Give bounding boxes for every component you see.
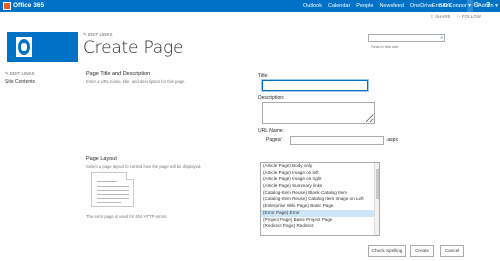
user-menu[interactable]: Erin O'Connor ▾ xyxy=(432,0,471,12)
office-logo-icon xyxy=(3,2,11,10)
layout-option[interactable]: (Project Page) Basic Project Page xyxy=(261,217,379,224)
preview-line xyxy=(97,202,121,203)
site-logo[interactable] xyxy=(7,32,78,62)
layout-option[interactable]: (Catalog-Item Reuse) Blank Catalog Item xyxy=(261,190,379,197)
url-prefix: Pages/ xyxy=(266,137,282,143)
office365-brand[interactable]: Office 365 xyxy=(3,1,44,11)
url-name-input[interactable] xyxy=(290,136,384,145)
layout-option[interactable]: (Article Page) Image on left xyxy=(261,170,379,177)
cancel-button[interactable]: Cancel xyxy=(440,245,464,257)
layout-option[interactable]: (Redirect Page) Redirect xyxy=(261,223,379,230)
layout-option[interactable]: (Enterprise Wiki Page) Basic Page xyxy=(261,203,379,210)
scrollbar-thumb[interactable] xyxy=(376,169,379,199)
suite-nav-outlook[interactable]: Outlook xyxy=(300,0,325,12)
follow-button[interactable]: ☆ FOLLOW xyxy=(457,14,481,20)
share-icon: ⇪ xyxy=(430,14,434,19)
layout-option[interactable]: (Article Page) Image on right xyxy=(261,176,379,183)
description-input[interactable] xyxy=(262,102,375,124)
layout-option[interactable]: (Error Page) Error xyxy=(261,209,379,217)
layout-preview-caption: The error page is used for 404 HTTP erro… xyxy=(86,214,168,219)
suite-nav-newsfeed[interactable]: Newsfeed xyxy=(376,0,406,12)
left-nav-edit-links[interactable]: ✎ EDIT LINKS xyxy=(5,71,35,77)
page-layout-listbox[interactable]: (Article Page) Body only (Article Page) … xyxy=(260,162,380,236)
search-icon[interactable]: ⌕ xyxy=(440,35,443,41)
preview-line xyxy=(97,181,117,182)
suite-nav-calendar[interactable]: Calendar xyxy=(325,0,353,12)
gear-icon[interactable]: ⚙ xyxy=(473,1,479,11)
preview-line xyxy=(97,194,129,195)
site-search: ⌕ xyxy=(368,34,445,50)
pencil-icon: ✎ xyxy=(5,71,9,76)
layout-section-heading: Page Layout xyxy=(86,156,117,162)
sharepoint-s-mark-inner xyxy=(21,43,27,51)
page-layout-preview-icon xyxy=(91,172,134,207)
star-icon: ☆ xyxy=(456,14,461,19)
url-suffix: .aspx xyxy=(386,137,398,143)
layout-option[interactable]: (Catalog-Item Reuse) Catalog Item Image … xyxy=(261,196,379,203)
layout-section-description: Select a page layout to control how the … xyxy=(86,164,202,169)
page-title: Create Page xyxy=(83,38,184,58)
share-label: SHARE xyxy=(435,14,451,19)
layout-option[interactable]: (Article Page) Body only xyxy=(261,163,379,170)
help-icon[interactable]: ? xyxy=(486,1,490,11)
create-button[interactable]: Create xyxy=(410,245,434,257)
layout-option[interactable]: (Article Page) Summary links xyxy=(261,183,379,190)
left-nav-edit-links-label: EDIT LINKS xyxy=(10,71,35,76)
pencil-icon: ✎ xyxy=(83,32,87,37)
suite-nav-people[interactable]: People xyxy=(353,0,376,12)
left-navigation: ✎ EDIT LINKS Site Contents xyxy=(5,71,35,85)
search-input[interactable] xyxy=(369,43,435,50)
title-section-heading: Page Title and Description xyxy=(86,71,151,77)
preview-line xyxy=(97,186,129,187)
check-spelling-button[interactable]: Check Spelling xyxy=(368,245,406,257)
header-edit-links-label: EDIT LINKS xyxy=(88,32,113,37)
suite-bar: Office 365 Outlook Calendar People Newsf… xyxy=(0,0,500,12)
preview-line xyxy=(97,190,129,191)
left-nav-site-contents[interactable]: Site Contents xyxy=(5,79,35,85)
share-button[interactable]: ⇪ SHARE xyxy=(430,14,451,20)
admin-chevron-down-icon: ▾ xyxy=(495,3,498,9)
page-actions: ⇪ SHARE ☆ FOLLOW xyxy=(430,14,481,20)
description-label: Description: xyxy=(258,95,285,101)
listbox-scrollbar[interactable] xyxy=(374,163,379,235)
url-name-label: URL Name: xyxy=(258,128,284,134)
title-label: Title: xyxy=(258,73,269,79)
title-section-description: Enter a URL name, title, and description… xyxy=(86,79,186,84)
follow-label: FOLLOW xyxy=(461,14,481,19)
title-input[interactable] xyxy=(261,79,369,92)
preview-fold xyxy=(126,172,134,180)
preview-line xyxy=(97,198,129,199)
brand-label: Office 365 xyxy=(13,2,45,9)
